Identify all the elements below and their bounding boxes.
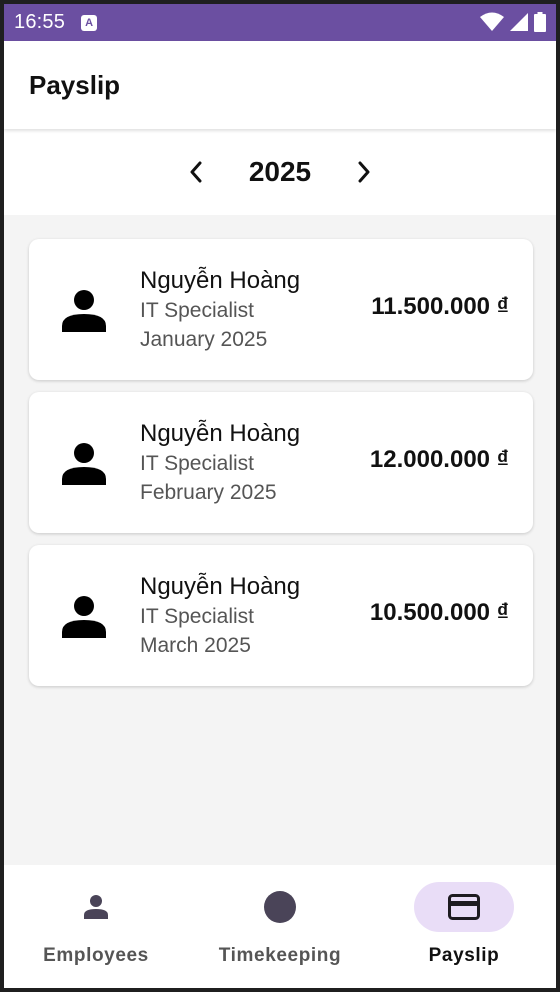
battery-icon xyxy=(534,12,546,32)
person-icon xyxy=(62,289,106,332)
payslip-amount: 12.000.000 ₫ xyxy=(369,446,509,473)
notification-icon: A xyxy=(81,14,98,31)
next-year-button[interactable] xyxy=(351,159,377,185)
year-selector: 2025 xyxy=(4,129,556,215)
payslip-card[interactable]: Nguyễn Hoàng IT Specialist January 2025 … xyxy=(29,239,533,380)
employee-name: Nguyễn Hoàng xyxy=(140,572,301,600)
nav-payslip-label: Payslip xyxy=(428,945,500,966)
status-time: 16:55 xyxy=(14,11,66,33)
employee-role: IT Specialist xyxy=(140,451,254,475)
bottom-navigation: Employees Timekeeping Payslip xyxy=(4,865,556,988)
payslip-info: Nguyễn Hoàng IT Specialist March 2025 xyxy=(140,572,300,660)
status-icons xyxy=(480,12,546,32)
employee-name: Nguyễn Hoàng xyxy=(140,419,301,447)
previous-year-button[interactable] xyxy=(183,159,209,185)
chevron-right-icon xyxy=(358,161,370,183)
payslip-period: March 2025 xyxy=(140,633,251,657)
nav-employees-label: Employees xyxy=(43,945,149,966)
payslip-list: Nguyễn Hoàng IT Specialist January 2025 … xyxy=(4,215,556,686)
app-screen: 16:55 A Payslip 2025 Nguyễn Hoàng IT Spe… xyxy=(4,4,556,988)
nav-timekeeping-label: Timekeeping xyxy=(218,945,342,966)
employee-role: IT Specialist xyxy=(140,604,254,628)
nav-employees-indicator xyxy=(46,882,146,932)
payslip-amount: 11.500.000 ₫ xyxy=(371,293,509,320)
chevron-left-icon xyxy=(190,161,202,183)
payslip-amount: 10.500.000 ₫ xyxy=(369,599,509,626)
person-icon xyxy=(62,595,106,638)
payslip-period: February 2025 xyxy=(140,480,277,504)
nav-timekeeping[interactable]: Timekeeping xyxy=(188,865,372,988)
payslip-info: Nguyễn Hoàng IT Specialist February 2025 xyxy=(140,419,300,507)
person-icon xyxy=(84,895,108,919)
employee-name: Nguyễn Hoàng xyxy=(140,266,301,294)
person-icon xyxy=(62,442,106,485)
nav-payslip[interactable]: Payslip xyxy=(372,865,556,988)
nav-employees[interactable]: Employees xyxy=(4,865,188,988)
nav-payslip-indicator xyxy=(414,882,514,932)
wifi-icon xyxy=(480,12,504,31)
nav-timekeeping-indicator xyxy=(230,882,330,932)
payslip-card[interactable]: Nguyễn Hoàng IT Specialist March 2025 10… xyxy=(29,545,533,686)
app-bar: Payslip xyxy=(4,41,556,129)
employee-role: IT Specialist xyxy=(140,298,254,322)
payslip-card[interactable]: Nguyễn Hoàng IT Specialist February 2025… xyxy=(29,392,533,533)
status-bar: 16:55 A xyxy=(4,4,556,41)
circle-icon xyxy=(264,891,296,923)
notification-icon-letter: A xyxy=(85,16,94,29)
payslip-period: January 2025 xyxy=(140,327,268,351)
credit-card-icon xyxy=(448,894,480,920)
selected-year: 2025 xyxy=(248,156,312,187)
page-title: Payslip xyxy=(29,69,121,100)
payslip-info: Nguyễn Hoàng IT Specialist January 2025 xyxy=(140,266,300,354)
signal-icon xyxy=(510,13,528,31)
